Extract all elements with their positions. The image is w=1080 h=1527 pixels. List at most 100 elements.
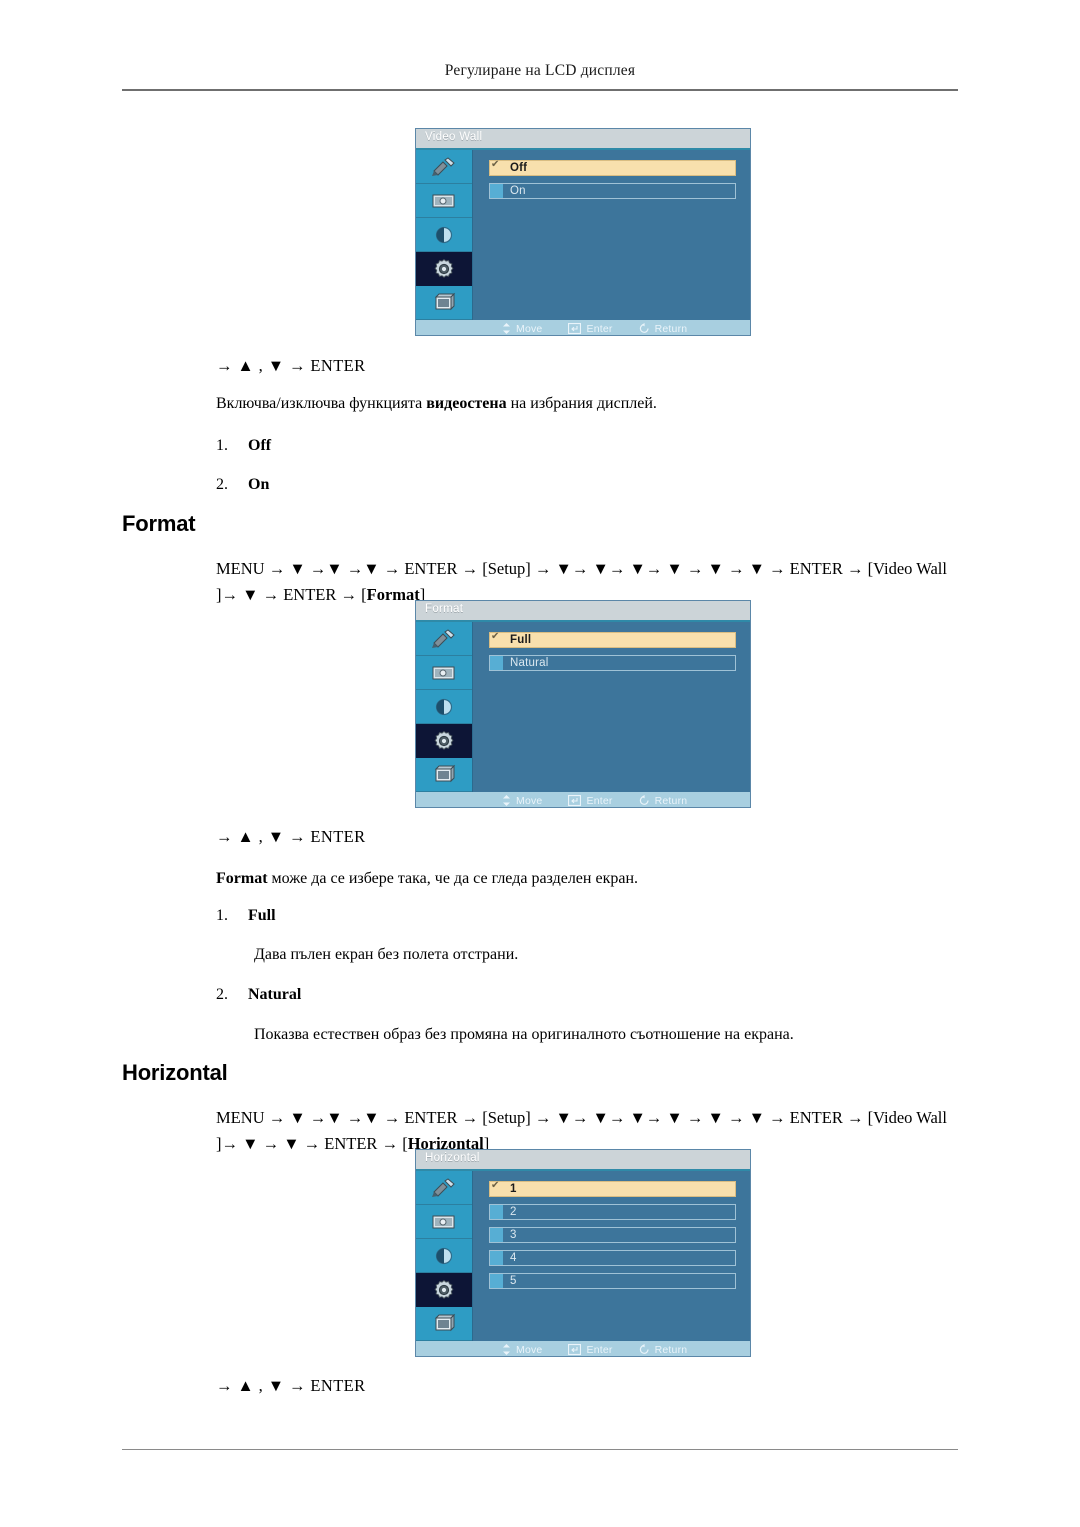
desc-text-post: може да се избере така, че да се гледа р… xyxy=(267,870,638,887)
osd-option-label: 2 xyxy=(510,1206,517,1218)
list-item-number: 2. xyxy=(216,986,228,1003)
osd-option-row[interactable]: 4 xyxy=(489,1250,736,1266)
osd-option-row[interactable]: Full xyxy=(489,631,736,648)
sidebar-icon-screen[interactable] xyxy=(416,184,472,218)
footer-return-label: Return xyxy=(654,794,688,807)
list-item-number: 1. xyxy=(216,907,228,924)
osd-title-label: Video Wall xyxy=(425,131,483,143)
list-item-label: Full xyxy=(248,907,276,924)
osd-body: Full Natural xyxy=(416,622,750,792)
osd-option-label: 5 xyxy=(510,1275,517,1287)
sidebar-icon-screen[interactable] xyxy=(416,656,472,690)
menu-path-line-1: MENU → ▼ →▼ →▼ → ENTER → [Setup] → ▼→ ▼→… xyxy=(216,559,913,578)
osd-sidebar xyxy=(416,1171,473,1341)
osd-option-list: Off On xyxy=(473,150,750,320)
sidebar-icon-picture[interactable] xyxy=(416,622,472,656)
nav-line-horizontal: → ▲ , ▼ → ENTER xyxy=(216,1376,366,1395)
menu-path-line-1: MENU → ▼ →▼ →▼ → ENTER → [Setup] → ▼→ ▼→… xyxy=(216,1108,913,1127)
osd-title-label: Format xyxy=(425,603,464,615)
osd-title-bar: Horizontal xyxy=(416,1150,750,1171)
osd-panel-format: Format ✔ Full Natural Move Enter Return xyxy=(415,600,751,808)
osd-option-row[interactable]: 2 xyxy=(489,1204,736,1220)
sidebar-icon-contrast[interactable] xyxy=(416,1239,472,1273)
footer-move-label: Move xyxy=(516,322,543,335)
desc-text-pre: Включва/изключва функцията xyxy=(216,395,427,412)
nav-line-video-wall: → ▲ , ▼ → ENTER xyxy=(216,356,366,375)
sidebar-icon-input[interactable] xyxy=(416,286,472,320)
bullet-icon xyxy=(490,1251,503,1265)
section-heading-horizontal: Horizontal xyxy=(122,1060,228,1085)
osd-option-label: Off xyxy=(510,162,528,174)
list-item: 2. Natural xyxy=(216,986,301,1004)
document-page: Регулиране на LCD дисплея Video Wall ✔ O… xyxy=(0,0,1080,1527)
sidebar-icon-screen[interactable] xyxy=(416,1205,472,1239)
osd-option-row[interactable]: Natural xyxy=(489,655,736,671)
footer-enter: Enter xyxy=(568,1344,612,1356)
footer-return-label: Return xyxy=(654,322,688,335)
move-icon xyxy=(503,1344,510,1355)
footer-return-label: Return xyxy=(654,1343,688,1356)
osd-sidebar xyxy=(416,150,473,320)
move-icon xyxy=(503,795,510,806)
sidebar-icon-contrast[interactable] xyxy=(416,218,472,252)
osd-panel-video-wall: Video Wall ✔ Off On Move Enter Return xyxy=(415,128,751,336)
sidebar-icon-setup[interactable] xyxy=(416,724,472,758)
osd-option-row[interactable]: 5 xyxy=(489,1273,736,1289)
nav-line-format: → ▲ , ▼ → ENTER xyxy=(216,827,366,846)
list-item-label: Off xyxy=(248,437,272,454)
bullet-icon xyxy=(490,1205,503,1219)
footer-move: Move xyxy=(502,795,542,807)
osd-option-label: 1 xyxy=(510,1183,517,1195)
header-divider xyxy=(122,89,958,91)
list-item-description: Дава пълен екран без полета отстрани. xyxy=(254,946,519,963)
footer-move-label: Move xyxy=(516,1343,543,1356)
running-header: Регулиране на LCD дисплея xyxy=(444,62,636,79)
footer-divider xyxy=(122,1449,958,1450)
check-icon xyxy=(490,1180,503,1196)
desc-text-post: на избрания дисплей. xyxy=(506,395,657,412)
move-icon xyxy=(503,323,510,334)
osd-footer: Move Enter Return xyxy=(416,320,750,335)
list-item: 1. Off xyxy=(216,437,271,455)
osd-option-row[interactable]: On xyxy=(489,183,736,199)
menu-path-target: Format xyxy=(366,585,420,605)
osd-title-label: Horizontal xyxy=(425,1152,480,1164)
sidebar-icon-contrast[interactable] xyxy=(416,690,472,724)
bullet-icon xyxy=(490,656,503,670)
list-item: 2. On xyxy=(216,476,269,494)
sidebar-icon-setup[interactable] xyxy=(416,252,472,286)
footer-move: Move xyxy=(502,323,542,335)
section-heading-format: Format xyxy=(122,511,196,536)
osd-footer: Move Enter Return xyxy=(416,792,750,807)
bullet-icon xyxy=(490,1274,503,1288)
osd-body: Off On xyxy=(416,150,750,320)
footer-enter: Enter xyxy=(568,795,612,807)
footer-return: Return xyxy=(639,323,688,335)
enter-icon xyxy=(568,1344,582,1355)
enter-icon xyxy=(568,323,582,334)
footer-enter: Enter xyxy=(568,323,612,335)
osd-title-bar: Format xyxy=(416,601,750,622)
return-icon xyxy=(639,1344,649,1354)
osd-option-label: Full xyxy=(510,634,532,646)
osd-option-row[interactable]: 1 xyxy=(489,1180,736,1197)
check-icon xyxy=(490,631,503,647)
bullet-icon xyxy=(490,184,503,198)
osd-option-label: Natural xyxy=(510,657,549,669)
sidebar-icon-picture[interactable] xyxy=(416,1171,472,1205)
sidebar-icon-picture[interactable] xyxy=(416,150,472,184)
osd-option-row[interactable]: 3 xyxy=(489,1227,736,1243)
osd-option-list: 1 2 3 4 5 xyxy=(473,1171,750,1341)
footer-enter-label: Enter xyxy=(586,1343,613,1356)
list-item-description: Показва естествен образ без промяна на о… xyxy=(254,1026,794,1043)
check-icon xyxy=(490,159,503,175)
sidebar-icon-setup[interactable] xyxy=(416,1273,472,1307)
sidebar-icon-input[interactable] xyxy=(416,758,472,792)
list-item-label: On xyxy=(248,476,270,493)
return-icon xyxy=(639,795,649,805)
sidebar-icon-input[interactable] xyxy=(416,1307,472,1341)
osd-option-row[interactable]: Off xyxy=(489,159,736,176)
footer-enter-label: Enter xyxy=(586,794,613,807)
osd-option-list: Full Natural xyxy=(473,622,750,792)
return-icon xyxy=(639,323,649,333)
